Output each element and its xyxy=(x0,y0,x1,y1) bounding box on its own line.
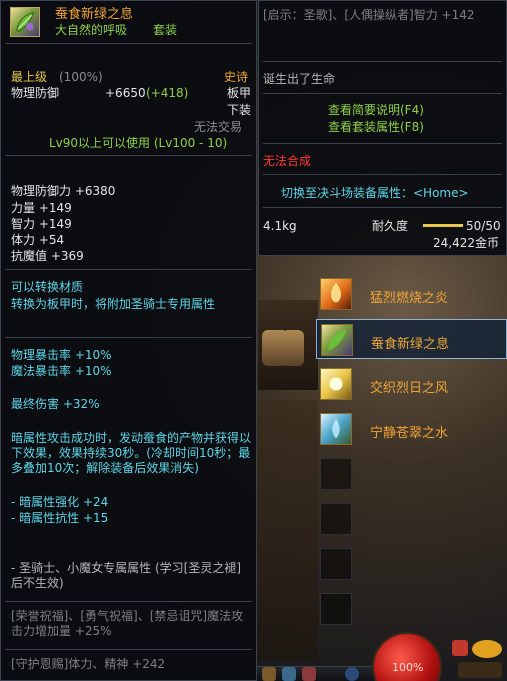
skill-slot-icon[interactable] xyxy=(262,667,276,681)
item-name: 蚕食新绿之息 xyxy=(55,7,134,22)
phys-def-value: +6650 xyxy=(105,86,146,100)
set-item-water[interactable]: 宁静苍翠之水 xyxy=(316,409,507,449)
crit-magic: 魔法暴击率 +10% xyxy=(11,364,112,378)
divider xyxy=(263,93,502,94)
skill-slot-icon[interactable] xyxy=(282,667,296,681)
durability-label: 耐久度 xyxy=(372,219,409,233)
flame-icon xyxy=(320,278,352,310)
phys-def-bonus: (+418) xyxy=(146,86,189,100)
water-icon xyxy=(320,413,352,445)
stat-vitality: 体力 +54 xyxy=(11,233,65,247)
set-item-label: 猛烈燃烧之炎 xyxy=(370,291,449,306)
set-item-flame[interactable]: 猛烈燃烧之炎 xyxy=(316,274,507,314)
set-item-sun[interactable]: 交织烈日之风 xyxy=(316,364,507,404)
set-item-label: 交织烈日之风 xyxy=(370,381,449,396)
set-item-label: 蚕食新绿之息 xyxy=(371,337,450,352)
item-price: 24,422金币 xyxy=(433,236,499,250)
set-name: 大自然的呼吸 xyxy=(55,23,128,37)
divider xyxy=(5,601,252,602)
item-rarity: 史诗 xyxy=(224,70,249,84)
set-tag: 套装 xyxy=(153,23,178,37)
item-tooltip-extra-panel: [启示：圣歌]、[人偶操纵者]智力 +142 诞生出了生命 查看简要说明(F4)… xyxy=(258,0,507,256)
stat-phys-def-power: 物理防御力 +6380 xyxy=(11,184,116,198)
empty-slot xyxy=(320,458,352,490)
view-description-link[interactable]: 查看简要说明(F4) xyxy=(328,104,424,117)
divider xyxy=(5,337,252,338)
empty-slot xyxy=(320,593,352,625)
durability-bar xyxy=(423,224,463,227)
durability-value: 50/50 xyxy=(466,219,501,233)
set-item-leaf[interactable]: 蚕食新绿之息 xyxy=(316,319,507,359)
level-requirement: Lv90以上可以使用 (Lv100 - 10) xyxy=(49,136,228,150)
phys-def-label: 物理防御 xyxy=(11,86,60,100)
awakening-hint: [启示：圣歌]、[人偶操纵者]智力 +142 xyxy=(263,8,475,22)
skill-bonus-1: [荣誉祝福]、[勇气祝福]、[禁忌诅咒]魔法攻击力增加量 +25% xyxy=(11,609,244,638)
item-tier: 最上级 xyxy=(11,70,48,84)
stat-resist: 抗魔值 +369 xyxy=(11,249,84,263)
divider xyxy=(5,649,252,650)
eye-icon[interactable] xyxy=(472,640,502,658)
divider xyxy=(5,269,252,270)
divider xyxy=(263,61,502,62)
switch-pvp-stats[interactable]: 切换至决斗场装备属性：<Home> xyxy=(281,187,469,200)
item-tooltip-panel: 蚕食新绿之息 大自然的呼吸 套装 最上级 (100%) 史诗 物理防御 +665… xyxy=(0,0,257,681)
convert-line1: 可以转换材质 xyxy=(11,280,84,294)
leaf-wind-icon xyxy=(321,324,353,356)
slot-part: 下装 xyxy=(227,103,252,117)
background-wall xyxy=(258,400,318,660)
effect-dark-resist: - 暗属性抗性 +15 xyxy=(11,511,109,525)
stat-intelligence: 智力 +149 xyxy=(11,217,72,231)
trade-status: 无法交易 xyxy=(194,120,243,134)
level-indicator xyxy=(458,662,502,678)
sun-wind-icon xyxy=(320,368,352,400)
item-leaf-icon xyxy=(10,7,40,37)
skill-slot-icon[interactable] xyxy=(302,667,316,681)
stat-strength: 力量 +149 xyxy=(11,201,72,215)
hp-percent: 100% xyxy=(392,661,424,674)
divider xyxy=(263,207,502,208)
slot-type: 板甲 xyxy=(227,86,252,100)
no-synthesis: 无法合成 xyxy=(263,154,312,168)
set-item-label: 宁静苍翠之水 xyxy=(370,426,449,441)
crit-phys: 物理暴击率 +10% xyxy=(11,348,112,362)
class-note: - 圣骑士、小魔女专属属性 (学习[圣灵之褪]后不生效) xyxy=(11,561,242,590)
item-weight: 4.1kg xyxy=(263,219,297,233)
set-item-list: 猛烈燃烧之炎 蚕食新绿之息 交织烈日之风 宁静苍翠之水 xyxy=(316,256,507,636)
empty-slot xyxy=(320,548,352,580)
eye-toggle-icon[interactable] xyxy=(452,640,468,656)
divider xyxy=(5,155,252,156)
convert-line2: 转换为板甲时，将附加圣骑士专用属性 xyxy=(11,297,216,311)
divider xyxy=(263,174,502,175)
divider xyxy=(5,43,252,44)
flavor-text: 诞生出了生命 xyxy=(263,72,336,86)
item-tier-percent: (100%) xyxy=(59,70,103,84)
effect-description: 暗属性攻击成功时，发动蚕食的产物并获得以下效果，效果持续30秒。(冷却时间10秒… xyxy=(11,431,252,475)
view-set-link[interactable]: 查看套装属性(F8) xyxy=(328,121,424,134)
background-pot xyxy=(282,330,304,366)
effect-dark-strength: - 暗属性强化 +24 xyxy=(11,495,109,509)
empty-slot xyxy=(320,503,352,535)
divider xyxy=(263,143,502,144)
mp-orb-icon xyxy=(345,667,359,681)
skill-bonus-2: [守护恩赐]体力、精神 +242 xyxy=(11,657,166,671)
final-damage: 最终伤害 +32% xyxy=(11,397,100,411)
